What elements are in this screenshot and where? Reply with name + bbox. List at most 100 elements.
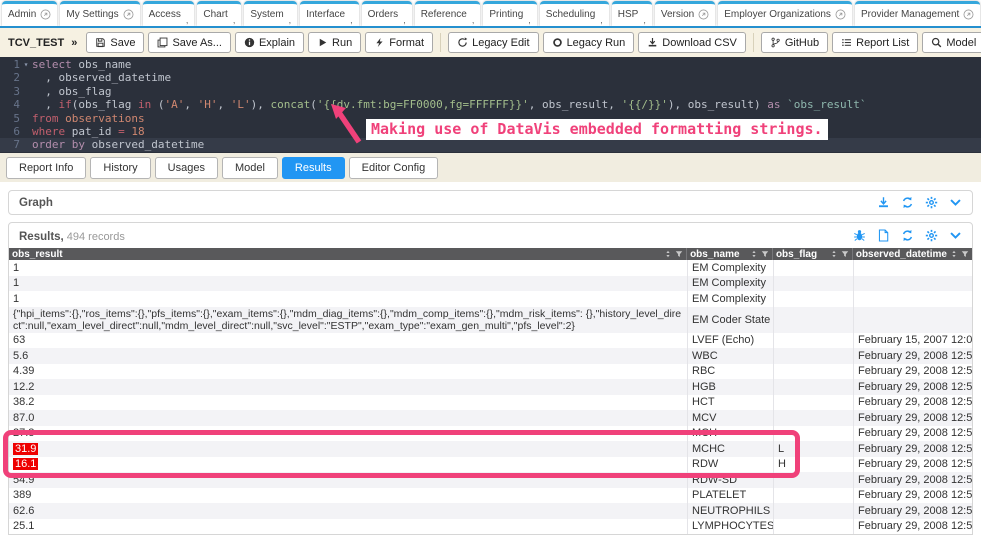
cell-obs-name: RDW	[687, 457, 773, 473]
nav-tab-provider-management[interactable]: Provider Management	[855, 1, 980, 26]
nav-tab-version[interactable]: Version	[655, 1, 715, 26]
filter-icon[interactable]	[761, 250, 769, 258]
cell-obs-result: 25.1	[9, 519, 687, 535]
graph-panel-header: Graph	[8, 190, 973, 215]
dropdown-indicator-icon: ,	[350, 17, 353, 23]
table-row: 31.9MCHCLFebruary 29, 2008 12:58 PM	[9, 441, 972, 457]
download-icon	[647, 37, 658, 48]
chevron-down-icon[interactable]	[949, 229, 962, 242]
cell-obs-flag	[773, 276, 853, 292]
sort-icon[interactable]	[664, 250, 672, 258]
cell-obs-name: WBC	[687, 348, 773, 364]
list-icon	[841, 37, 852, 48]
code-text: , obs_flag	[32, 85, 111, 98]
tab-usages[interactable]: Usages	[155, 157, 218, 179]
cell-observed-datetime	[853, 307, 972, 333]
cell-observed-datetime: February 15, 2007 12:00 AM	[853, 333, 972, 349]
cell-obs-name: EM Complexity	[687, 291, 773, 307]
nav-tab-chart[interactable]: Chart,	[197, 1, 241, 26]
code-text: from observations	[32, 112, 145, 125]
line-number: 3	[0, 85, 20, 98]
results-panel-header: Results,494 records	[9, 223, 972, 248]
column-header-obs-flag[interactable]: obs_flag	[772, 248, 852, 260]
nav-tab-system[interactable]: System,	[244, 1, 297, 26]
gear-icon[interactable]	[925, 229, 938, 242]
line-number: 2	[0, 71, 20, 84]
nav-tab-orders[interactable]: Orders,	[362, 1, 412, 26]
toolbar-separator	[753, 33, 754, 52]
cell-obs-flag	[773, 260, 853, 276]
cell-obs-name: LVEF (Echo)	[687, 333, 773, 349]
cell-observed-datetime	[853, 260, 972, 276]
filter-icon[interactable]	[841, 250, 849, 258]
column-header-observed-datetime[interactable]: observed_datetime	[852, 248, 972, 260]
chevron-down-icon[interactable]	[949, 196, 962, 209]
table-row: 62.6NEUTROPHILSFebruary 29, 2008 12:58 P…	[9, 503, 972, 519]
nav-tab-reference[interactable]: Reference,	[415, 1, 481, 26]
tab-report-info[interactable]: Report Info	[6, 157, 86, 179]
nav-tab-interface[interactable]: Interface,	[300, 1, 358, 26]
refresh-icon[interactable]	[901, 229, 914, 242]
report-name-expander[interactable]: »	[71, 37, 77, 49]
code-token: , obs_result,	[529, 98, 622, 111]
table-row: 12.2HGBFebruary 29, 2008 12:58 PM	[9, 379, 972, 395]
table-row: 63LVEF (Echo)February 15, 2007 12:00 AM	[9, 333, 972, 349]
code-token: ),	[251, 98, 271, 111]
github-button[interactable]: GitHub	[761, 32, 828, 53]
legacy-run-button[interactable]: Legacy Run	[543, 32, 635, 53]
nav-tab-access[interactable]: Access,	[143, 1, 195, 26]
fold-gutter	[20, 85, 32, 98]
bug-icon[interactable]	[853, 229, 866, 242]
nav-tab-label: Admin	[8, 9, 36, 20]
sort-icon[interactable]	[750, 250, 758, 258]
save-as-button[interactable]: Save As...	[148, 32, 231, 53]
format-button[interactable]: Format	[365, 32, 433, 53]
filter-icon[interactable]	[675, 250, 683, 258]
cell-obs-name: MCHC	[687, 441, 773, 457]
file-icon[interactable]	[877, 229, 890, 242]
save-button[interactable]: Save	[86, 32, 144, 53]
report-list-button[interactable]: Report List	[832, 32, 918, 53]
column-header-label: obs_name	[690, 249, 747, 260]
column-header-obs-result[interactable]: obs_result	[9, 248, 686, 260]
table-row: 27.8MCHFebruary 29, 2008 12:58 PM	[9, 426, 972, 442]
tab-results[interactable]: Results	[282, 157, 345, 179]
gear-icon[interactable]	[925, 196, 938, 209]
download-csv-button[interactable]: Download CSV	[638, 32, 746, 53]
tab-editor-config[interactable]: Editor Config	[349, 157, 439, 179]
table-row: 54.9RDW-SDFebruary 29, 2008 12:58 PM	[9, 472, 972, 488]
model-button[interactable]: Model	[922, 32, 981, 53]
legacy-edit-button[interactable]: Legacy Edit	[448, 32, 538, 53]
code-token: ,	[217, 98, 230, 111]
tab-history[interactable]: History	[90, 157, 150, 179]
nav-tab-employer-organizations[interactable]: Employer Organizations	[718, 1, 852, 26]
cell-obs-name: PLATELET	[687, 488, 773, 504]
refresh-icon[interactable]	[901, 196, 914, 209]
cell-obs-flag	[773, 488, 853, 504]
cell-obs-result: 389	[9, 488, 687, 504]
column-header-obs-name[interactable]: obs_name	[686, 248, 772, 260]
table-row: 1EM Complexity	[9, 276, 972, 292]
run-button[interactable]: Run	[308, 32, 361, 53]
nav-tab-printing[interactable]: Printing,	[483, 1, 536, 26]
nav-tab-hsp[interactable]: HSP,	[612, 1, 652, 26]
nav-tab-my-settings[interactable]: My Settings	[60, 1, 139, 26]
explain-button[interactable]: Explain	[235, 32, 304, 53]
tab-model[interactable]: Model	[222, 157, 278, 179]
nav-tab-admin[interactable]: Admin	[2, 1, 57, 26]
nav-tab-scheduling[interactable]: Scheduling,	[540, 1, 609, 26]
sort-icon[interactable]	[950, 250, 958, 258]
toolbar: TCV_TEST » SaveSave As...ExplainRunForma…	[0, 28, 981, 57]
code-token: obs_name	[78, 58, 131, 71]
download-icon[interactable]	[877, 196, 890, 209]
fold-chevron-icon[interactable]: ▾	[20, 58, 32, 71]
button-label: Run	[332, 37, 352, 49]
fold-gutter	[20, 98, 32, 111]
dropdown-indicator-icon: ,	[600, 17, 603, 23]
dropdown-indicator-icon: ,	[403, 17, 406, 23]
nav-tab-label: System	[250, 9, 283, 20]
sort-icon[interactable]	[830, 250, 838, 258]
code-token: `obs_result`	[787, 98, 866, 111]
table-row: 389PLATELETFebruary 29, 2008 12:58 PM	[9, 488, 972, 504]
filter-icon[interactable]	[961, 250, 969, 258]
